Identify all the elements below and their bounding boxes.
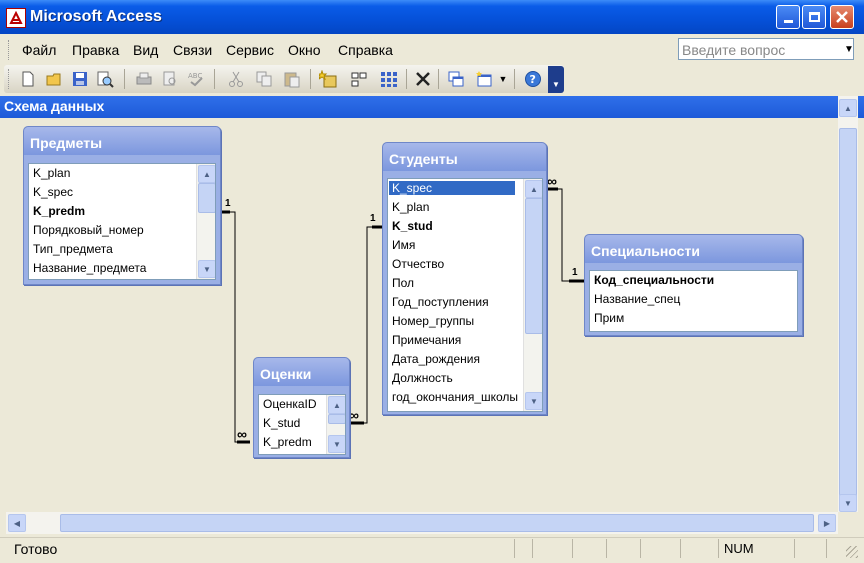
resize-grip[interactable] [846, 546, 858, 558]
chevron-down-icon: ▼ [333, 439, 341, 449]
scroll-thumb[interactable] [525, 198, 542, 334]
field-item[interactable]: Прим [594, 311, 624, 325]
field-item[interactable]: K_predm [33, 204, 85, 218]
status-cell [606, 539, 607, 558]
field-item[interactable]: Название_предмета [33, 261, 146, 275]
field-item[interactable]: K_predm [263, 435, 312, 449]
field-item[interactable]: K_stud [263, 416, 300, 430]
scroll-down-button[interactable]: ▼ [328, 435, 345, 453]
relationship-many-label: ∞ [237, 426, 247, 442]
field-item[interactable]: Имя [392, 238, 415, 252]
status-cell [680, 539, 681, 558]
status-text: Готово [14, 541, 58, 557]
scroll-thumb[interactable] [60, 514, 814, 532]
status-cell [794, 539, 795, 558]
vertical-scrollbar[interactable]: ▲ ▼ [838, 96, 858, 512]
field-item[interactable]: K_spec [389, 181, 515, 195]
field-item[interactable]: Название_спец [594, 292, 680, 306]
field-item[interactable]: Порядковый_номер [33, 223, 144, 237]
scroll-down-button[interactable]: ▼ [525, 392, 542, 410]
vertical-scrollbar[interactable]: ▲ ▼ [523, 179, 542, 411]
vertical-scrollbar[interactable]: ▲ ▼ [196, 164, 215, 279]
table-ocenki[interactable]: Оценки ОценкаID K_stud K_predm ▲ ▼ [253, 357, 350, 458]
status-cell [826, 539, 827, 558]
status-cell [532, 539, 533, 558]
chevron-up-icon: ▲ [203, 169, 211, 179]
field-item[interactable]: Дата_рождения [392, 352, 480, 366]
status-cell [640, 539, 641, 558]
table-title: Оценки [260, 366, 312, 382]
chevron-left-icon: ◀ [13, 518, 21, 528]
scroll-up-button[interactable]: ▲ [328, 396, 345, 414]
field-item[interactable]: Отчество [392, 257, 444, 271]
field-item[interactable]: год_окончания_школы [392, 390, 518, 404]
table-title: Специальности [591, 243, 700, 259]
chevron-up-icon: ▲ [333, 400, 341, 410]
chevron-down-icon: ▼ [530, 396, 538, 406]
relationship-one-label: 1 [572, 267, 578, 278]
field-item[interactable]: K_plan [392, 200, 429, 214]
field-item[interactable]: K_stud [392, 219, 433, 233]
table-predmety[interactable]: Предметы K_plan K_spec K_predm Порядковый_н… [23, 126, 221, 285]
status-cell [718, 539, 719, 558]
num-lock-indicator: NUM [724, 541, 754, 556]
table-header[interactable]: Студенты [383, 143, 546, 171]
field-list[interactable]: K_spec K_plan K_stud Имя Отчество Пол Год_пост… [387, 178, 543, 412]
status-cell [514, 539, 515, 558]
status-cell [572, 539, 573, 558]
relationship-many-label: ∞ [547, 173, 557, 189]
scroll-left-button[interactable]: ◀ [8, 514, 26, 532]
chevron-up-icon: ▲ [844, 103, 852, 113]
chevron-right-icon: ▶ [823, 518, 831, 528]
field-item[interactable]: K_spec [33, 185, 73, 199]
field-item[interactable]: Пол [392, 276, 414, 290]
chevron-down-icon: ▼ [844, 498, 852, 508]
table-studenty[interactable]: Студенты K_spec K_plan K_stud Имя Отчество По… [382, 142, 547, 415]
scroll-thumb[interactable] [839, 128, 857, 508]
field-item[interactable]: Код_специальности [594, 273, 714, 287]
table-header[interactable]: Специальности [585, 235, 802, 263]
field-list[interactable]: Код_специальности Название_спец Прим [589, 270, 798, 332]
scroll-up-button[interactable]: ▲ [839, 99, 857, 117]
field-item[interactable]: Номер_группы [392, 314, 474, 328]
chevron-up-icon: ▲ [530, 184, 538, 194]
relationship-many-label: ∞ [349, 407, 359, 423]
horizontal-scrollbar[interactable]: ◀ ▶ [6, 512, 838, 534]
field-list[interactable]: ОценкаID K_stud K_predm ▲ ▼ [258, 394, 346, 455]
field-item[interactable]: K_plan [33, 166, 70, 180]
scroll-thumb[interactable] [198, 183, 215, 213]
vertical-scrollbar[interactable]: ▲ ▼ [326, 395, 345, 454]
relationship-one-label: 1 [225, 198, 231, 209]
chevron-down-icon: ▼ [203, 264, 211, 274]
scroll-right-button[interactable]: ▶ [818, 514, 836, 532]
relationship-one-label: 1 [370, 213, 376, 224]
table-header[interactable]: Предметы [24, 127, 220, 155]
table-header[interactable]: Оценки [254, 358, 349, 386]
field-item[interactable]: ОценкаID [263, 397, 317, 411]
scroll-up-button[interactable]: ▲ [525, 180, 542, 198]
table-title: Предметы [30, 135, 103, 151]
scroll-thumb[interactable] [328, 414, 345, 424]
field-list[interactable]: K_plan K_spec K_predm Порядковый_номер Тип_п… [28, 163, 216, 280]
field-item[interactable]: Должность [392, 371, 453, 385]
scroll-up-button[interactable]: ▲ [198, 165, 215, 183]
scroll-down-button[interactable]: ▼ [198, 260, 215, 278]
field-item[interactable]: Год_поступления [392, 295, 489, 309]
field-item[interactable]: Тип_предмета [33, 242, 113, 256]
table-title: Студенты [389, 151, 458, 167]
field-item[interactable]: Примечания [392, 333, 461, 347]
scroll-down-button[interactable]: ▼ [839, 494, 857, 512]
table-specialnosti[interactable]: Специальности Код_специальности Название_… [584, 234, 803, 336]
